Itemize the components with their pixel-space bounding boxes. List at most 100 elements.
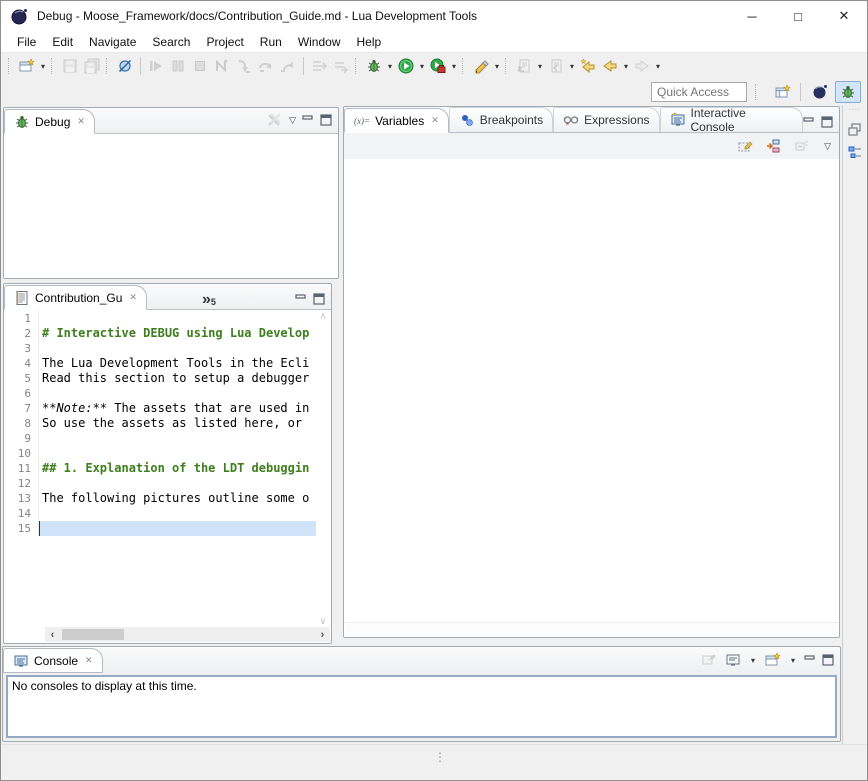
open-console-dropdown[interactable]: ▾ [788,656,798,665]
menu-run[interactable]: Run [252,32,290,52]
status-bar-handle[interactable]: ⋮ [434,753,446,762]
use-step-filters-button[interactable] [308,55,330,77]
tab-close-icon[interactable]: ✕ [85,655,93,666]
menu-window[interactable]: Window [290,32,349,52]
minimize-view-icon[interactable] [804,654,816,666]
scroll-down-icon[interactable]: ∨ [319,616,326,627]
show-logical-structure-button[interactable] [762,135,784,157]
menu-file[interactable]: File [9,32,44,52]
disconnect-button[interactable] [211,55,233,77]
debug-view-actions: ▽ [265,111,338,133]
external-tools-button[interactable] [427,55,449,77]
window-minimize-button[interactable]: ─ [729,1,775,31]
menu-edit[interactable]: Edit [44,32,81,52]
tab-console[interactable]: Console ✕ [3,648,103,673]
code-line: 12 [5,476,316,491]
menu-help[interactable]: Help [349,32,390,52]
debug-button[interactable] [363,55,385,77]
display-selected-console-button[interactable] [724,651,742,669]
variables-hscrollbar[interactable] [345,622,838,636]
editor-vertical-scrollbar[interactable]: ∧ ∨ [316,311,330,627]
menu-project[interactable]: Project [198,32,251,52]
forward-dropdown[interactable]: ▾ [653,62,663,71]
line-number: 3 [5,341,39,356]
open-perspective-button[interactable] [770,81,796,103]
debug-perspective-button[interactable] [835,81,861,103]
minimize-view-icon[interactable] [302,114,314,126]
scroll-right-icon[interactable]: › [315,629,330,641]
collapse-all-button[interactable] [790,135,812,157]
pin-console-button[interactable] [700,651,718,669]
tab-close-icon[interactable]: ✕ [129,292,137,303]
outline-view-icon[interactable] [847,145,863,161]
console-actions: ▾ ▾ [700,651,840,673]
menu-search[interactable]: Search [144,32,198,52]
window-close-button[interactable]: ✕ [821,1,867,31]
run-dropdown[interactable]: ▾ [417,62,427,71]
step-into-button[interactable] [233,55,255,77]
step-over-button[interactable] [255,55,277,77]
view-menu-icon[interactable]: ▽ [289,115,296,126]
remove-all-terminated-button[interactable] [265,111,283,129]
trim-handle[interactable]: ∙∙∙∙ [849,107,861,113]
maximize-view-icon[interactable] [313,293,325,305]
main-toolbar: ▾ [1,53,867,79]
tab-close-icon[interactable]: ✕ [431,115,439,126]
markdown-file-icon [14,290,30,306]
editor-horizontal-scrollbar[interactable]: ‹ › [45,627,330,642]
line-text [39,506,316,521]
tab-close-icon[interactable]: ✕ [77,116,85,127]
skip-all-breakpoints-button[interactable] [114,55,136,77]
scrollbar-thumb[interactable] [62,629,124,640]
quick-access-input[interactable] [651,82,747,102]
tab-expressions[interactable]: Expressions [553,107,659,132]
previous-edit-location-button[interactable] [545,55,567,77]
maximize-view-icon[interactable] [822,654,834,666]
minimize-view-icon[interactable] [803,116,815,128]
tab-contribution-guide[interactable]: Contribution_Gu ✕ [4,285,147,310]
scroll-left-icon[interactable]: ‹ [45,629,60,641]
display-console-dropdown[interactable]: ▾ [748,656,758,665]
save-button[interactable] [59,55,81,77]
tab-debug[interactable]: Debug ✕ [4,109,95,134]
scroll-up-icon[interactable]: ∧ [319,311,326,322]
menu-navigate[interactable]: Navigate [81,32,144,52]
new-wizard-dropdown[interactable]: ▾ [38,62,48,71]
tab-variables[interactable]: (x)= Variables ✕ [344,108,449,133]
resume-button[interactable] [145,55,167,77]
restore-view-icon[interactable] [847,121,863,137]
tab-breakpoints[interactable]: Breakpoints [449,107,553,132]
minimize-view-icon[interactable] [295,293,307,305]
previous-edit-location-dropdown[interactable]: ▾ [567,62,577,71]
back-to-last-edit-button[interactable] [577,55,599,77]
save-all-button[interactable] [81,55,103,77]
new-wizard-button[interactable] [16,55,38,77]
window-maximize-button[interactable]: □ [775,1,821,31]
marker-pen-button[interactable] [470,55,492,77]
forward-button[interactable] [631,55,653,77]
line-number: 4 [5,356,39,371]
view-menu-icon[interactable]: ▽ [824,141,831,152]
maximize-view-icon[interactable] [821,116,833,128]
terminate-button[interactable] [189,55,211,77]
last-edit-location-dropdown[interactable]: ▾ [535,62,545,71]
tab-interactive-console[interactable]: Interactive Console [660,107,804,132]
toggle-step-filters-button[interactable] [330,55,352,77]
run-button[interactable] [395,55,417,77]
tab-overflow-button[interactable]: » 5 [202,287,216,309]
lua-perspective-button[interactable] [807,81,833,103]
show-detail-pane-button[interactable] [734,135,756,157]
line-text: The Lua Development Tools in the Ecli [39,356,316,371]
editor-content[interactable]: 1 2# Interactive DEBUG using Lua Develop… [5,311,316,627]
maximize-view-icon[interactable] [320,114,332,126]
suspend-button[interactable] [167,55,189,77]
back-dropdown[interactable]: ▾ [621,62,631,71]
back-button[interactable] [599,55,621,77]
step-return-button[interactable] [277,55,299,77]
external-tools-dropdown[interactable]: ▾ [449,62,459,71]
open-console-button[interactable] [764,651,782,669]
last-edit-location-button[interactable] [513,55,535,77]
debug-dropdown[interactable]: ▾ [385,62,395,71]
marker-pen-dropdown[interactable]: ▾ [492,62,502,71]
line-text: So use the assets as listed here, or [39,416,316,431]
